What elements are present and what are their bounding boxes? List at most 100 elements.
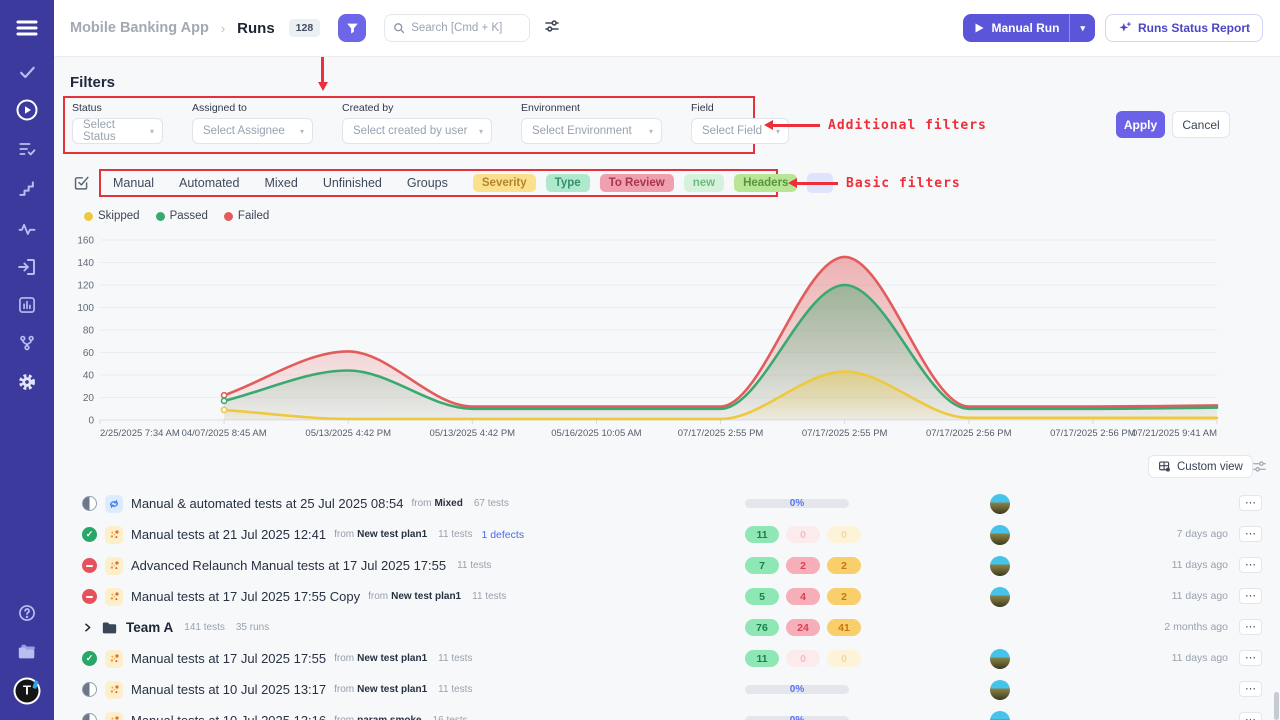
run-title[interactable]: Manual tests at 17 Jul 2025 17:55 <box>131 651 326 666</box>
menu-icon[interactable] <box>16 20 38 36</box>
filter-select[interactable]: Select Status▾ <box>72 118 163 144</box>
bar-chart-icon[interactable] <box>17 295 37 315</box>
row-menu-button[interactable]: ⋯ <box>1239 557 1262 573</box>
legend-item-failed[interactable]: Failed <box>224 210 269 222</box>
tests-count: 11 tests <box>438 684 472 695</box>
check-icon[interactable] <box>17 62 37 82</box>
sign-in-icon[interactable] <box>17 257 38 278</box>
from-plan-name[interactable]: param smoke <box>357 715 421 720</box>
projects-folder-icon[interactable] <box>16 642 38 662</box>
row-menu-button[interactable]: ⋯ <box>1239 619 1262 635</box>
chevron-down-icon: ▾ <box>479 127 483 136</box>
vertical-scrollbar-thumb[interactable] <box>1274 692 1279 720</box>
run-title[interactable]: Team A <box>126 620 173 635</box>
from-plan-name[interactable]: New test plan1 <box>357 653 427 664</box>
row-menu-button[interactable]: ⋯ <box>1239 588 1262 604</box>
filter-select[interactable]: Select created by user▾ <box>342 118 492 144</box>
table-row[interactable]: ✓Manual tests at 21 Jul 2025 12:41fromNe… <box>60 519 1262 550</box>
from-plan-name[interactable]: New test plan1 <box>391 591 461 602</box>
basic-filter-groups[interactable]: Groups <box>407 176 448 190</box>
tests-count: 11 tests <box>472 591 506 602</box>
table-row[interactable]: Manual tests at 10 Jul 2025 13:17fromNew… <box>60 674 1262 705</box>
table-row[interactable]: Manual & automated tests at 25 Jul 2025 … <box>60 488 1262 519</box>
manual-run-button[interactable]: Manual Run ▾ <box>963 14 1095 42</box>
search-box[interactable] <box>384 14 530 42</box>
basic-filter-unfinished[interactable]: Unfinished <box>323 176 382 190</box>
defects-link[interactable]: 1 defects <box>481 529 524 541</box>
basic-filter-pill-severity[interactable]: Severity <box>473 174 536 192</box>
badge-skipped: 0 <box>827 650 861 667</box>
gear-icon[interactable] <box>17 372 38 393</box>
row-menu-button[interactable]: ⋯ <box>1239 495 1262 511</box>
avatar <box>990 556 1010 576</box>
legend-item-passed[interactable]: Passed <box>156 210 208 222</box>
filter-funnel-button[interactable] <box>338 14 366 42</box>
filter-select[interactable]: Select Environment▾ <box>521 118 662 144</box>
app-logo[interactable]: T <box>14 678 41 705</box>
chevron-right-icon[interactable] <box>80 620 95 635</box>
basic-filter-pill-to-review[interactable]: To Review <box>600 174 674 192</box>
table-row[interactable]: Advanced Relaunch Manual tests at 17 Jul… <box>60 550 1262 581</box>
basic-filter-pill-type[interactable]: Type <box>546 174 590 192</box>
filters-title: Filters <box>70 74 115 91</box>
header-sliders-icon[interactable] <box>544 18 560 39</box>
play-icon <box>975 23 984 33</box>
apply-button[interactable]: Apply <box>1116 111 1165 138</box>
run-title[interactable]: Manual tests at 21 Jul 2025 12:41 <box>131 527 326 542</box>
cancel-button[interactable]: Cancel <box>1172 111 1230 138</box>
runs-play-circle-icon[interactable] <box>15 98 39 122</box>
annotation-arrow-line-1 <box>772 124 820 127</box>
filter-select[interactable]: Select Field▾ <box>691 118 789 144</box>
run-title[interactable]: Manual tests at 10 Jul 2025 13:17 <box>131 682 326 697</box>
annotation-arrow-down-head <box>318 82 328 91</box>
badge-passed: 11 <box>745 526 779 543</box>
table-sliders-icon[interactable] <box>1252 459 1267 479</box>
basic-filter-pill-new[interactable]: new <box>684 174 724 192</box>
from-plan-name[interactable]: Mixed <box>434 498 462 509</box>
from-plan-name[interactable]: New test plan1 <box>357 529 427 540</box>
filter-field-field: FieldSelect Field▾ <box>691 102 789 144</box>
search-input[interactable] <box>411 22 521 34</box>
time-ago: 11 days ago <box>1172 559 1228 571</box>
run-title[interactable]: Manual & automated tests at 25 Jul 2025 … <box>131 496 403 511</box>
legend-item-skipped[interactable]: Skipped <box>84 210 140 222</box>
basic-filter-manual[interactable]: Manual <box>113 176 154 190</box>
row-results: 0% <box>745 488 849 519</box>
badge-failed: 24 <box>786 619 820 636</box>
activity-icon[interactable] <box>17 219 37 239</box>
custom-view-button[interactable]: Custom view <box>1148 455 1253 478</box>
svg-text:05/13/2025 4:42 PM: 05/13/2025 4:42 PM <box>305 428 391 439</box>
run-title[interactable]: Advanced Relaunch Manual tests at 17 Jul… <box>131 558 446 573</box>
run-title[interactable]: Manual tests at 10 Jul 2025 13:16 <box>131 713 326 720</box>
filter-placeholder: Select Assignee <box>203 125 285 137</box>
runs-status-report-button[interactable]: Runs Status Report <box>1105 14 1263 42</box>
annotation-arrow-down <box>321 57 324 82</box>
filter-label: Status <box>72 102 163 114</box>
branch-icon[interactable] <box>17 333 37 353</box>
tests-count: 11 tests <box>457 560 491 571</box>
filter-select[interactable]: Select Assignee▾ <box>192 118 313 144</box>
help-icon[interactable] <box>17 603 37 623</box>
table-row[interactable]: Manual tests at 17 Jul 2025 17:55 Copyfr… <box>60 581 1262 612</box>
basic-filter-mixed[interactable]: Mixed <box>264 176 297 190</box>
row-menu-button[interactable]: ⋯ <box>1239 526 1262 542</box>
breadcrumb-project[interactable]: Mobile Banking App <box>70 20 209 36</box>
row-menu-button[interactable]: ⋯ <box>1239 712 1262 720</box>
run-title[interactable]: Manual tests at 17 Jul 2025 17:55 Copy <box>131 589 360 604</box>
row-menu-button[interactable]: ⋯ <box>1239 650 1262 666</box>
from-plan-name[interactable]: New test plan1 <box>357 684 427 695</box>
list-check-icon[interactable] <box>17 139 37 159</box>
status-in-progress-icon <box>82 682 97 697</box>
search-icon <box>393 22 405 34</box>
table-row[interactable]: ✓Manual tests at 17 Jul 2025 17:55fromNe… <box>60 643 1262 674</box>
badge-failed: 4 <box>786 588 820 605</box>
row-menu-button[interactable]: ⋯ <box>1239 681 1262 697</box>
manual-run-caret-icon[interactable]: ▾ <box>1070 23 1095 34</box>
select-runs-icon[interactable] <box>73 174 90 196</box>
table-row[interactable]: Team A141 tests35 runs7624412 months ago… <box>60 612 1262 643</box>
table-gear-icon <box>1158 460 1171 473</box>
runs-count: 35 runs <box>236 622 269 633</box>
steps-icon[interactable] <box>17 179 37 199</box>
basic-filter-automated[interactable]: Automated <box>179 176 239 190</box>
table-row[interactable]: Manual tests at 10 Jul 2025 13:16frompar… <box>60 705 1262 720</box>
